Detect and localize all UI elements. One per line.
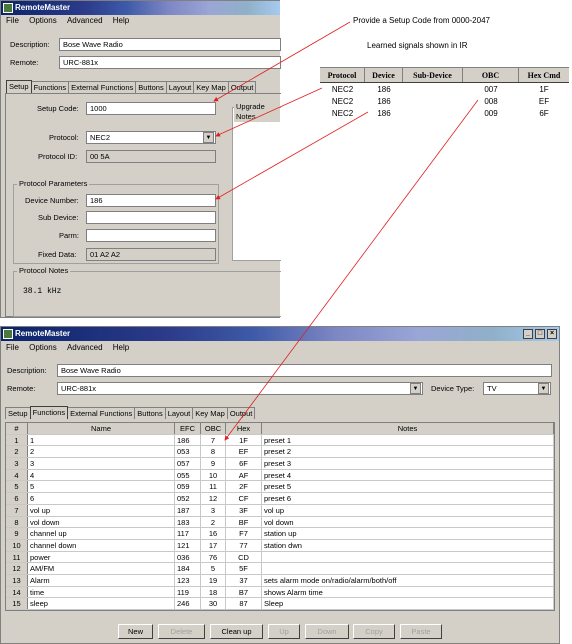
arrow-protocol xyxy=(215,87,323,137)
arrow-obc xyxy=(224,99,479,441)
annotation-arrows xyxy=(213,21,479,441)
arrow-device-number xyxy=(215,111,369,200)
arrow-setup-code xyxy=(213,21,351,102)
